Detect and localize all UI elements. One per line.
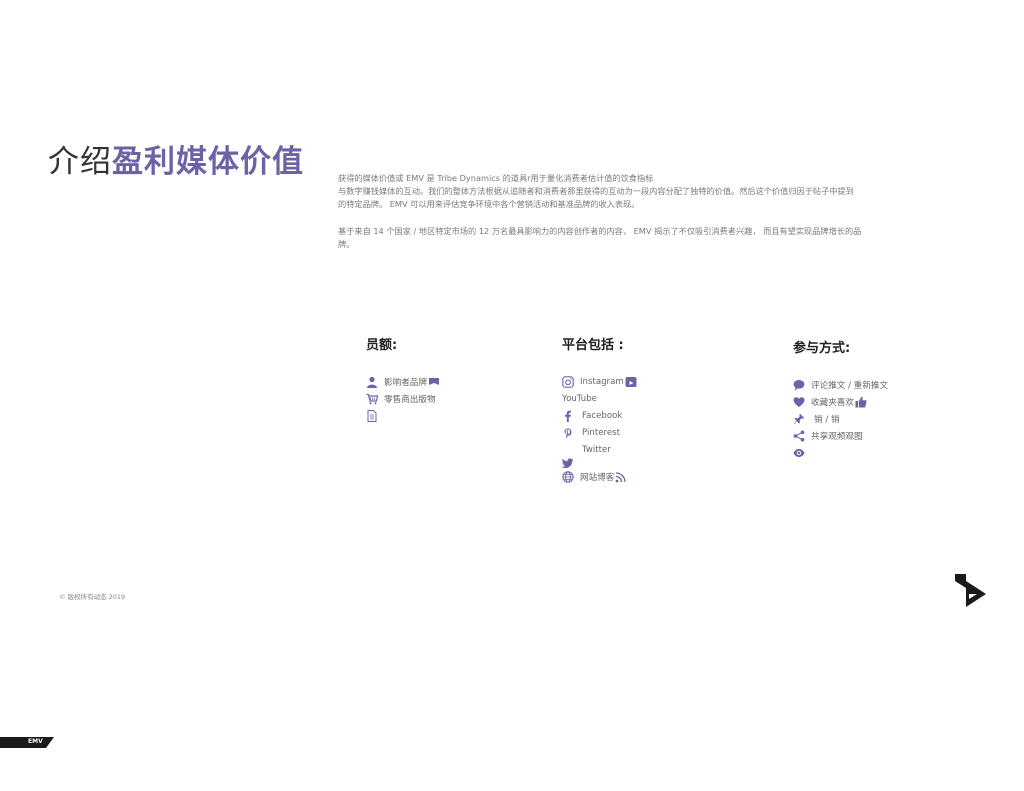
list-item-label: 收藏夹喜欢: [811, 397, 854, 408]
copyright: © 版权所有动态 2019: [59, 593, 126, 601]
list-item: 零售商出版物: [366, 390, 440, 407]
list-item-label: 评论推文 / 重新推文: [811, 380, 889, 391]
pinterest-icon: [562, 427, 574, 439]
list-item: [562, 458, 637, 468]
rss-icon: [615, 471, 627, 483]
list-item: Pinterest: [562, 424, 637, 441]
list-item: 网站博客: [562, 468, 637, 485]
list-item-label: 影响者品牌: [384, 377, 427, 388]
share-icon: [793, 430, 805, 442]
twitter-icon: [562, 457, 574, 469]
intro-line: 获得的媒体价值或 EMV 是 Tribe Dynamics 的道具r用于量化消费…: [338, 173, 654, 183]
intro-text: 获得的媒体价值或 EMV 是 Tribe Dynamics 的道具r用于量化消费…: [338, 172, 978, 251]
members-heading: 员额:: [366, 338, 398, 353]
list-item: 影响者品牌: [366, 373, 440, 390]
list-item-label: Twitter: [582, 444, 611, 455]
eye-icon: [793, 447, 805, 459]
list-item: [366, 407, 440, 424]
engagement-heading: 参与方式:: [793, 341, 851, 356]
list-item-label: Instagram: [580, 376, 624, 387]
list-item: 收藏夹喜欢: [793, 393, 888, 410]
list-item-label: Pinterest: [582, 427, 620, 438]
platforms-list: Instagram YouTube Facebook Pinterest Twi…: [562, 373, 637, 485]
flag-icon: [428, 376, 440, 388]
list-item-label: Facebook: [582, 410, 623, 421]
person-icon: [366, 376, 378, 388]
intro-line: 与数字赚钱媒体的互动。我们的整体方法根据从追随者和消费者那里获得的互动为一段内容…: [338, 186, 854, 196]
members-list: 影响者品牌 零售商出版物: [366, 373, 440, 424]
intro-line: 牌。: [338, 239, 355, 249]
tag-label: EMV: [28, 738, 43, 745]
intro-paragraph-1: 获得的媒体价值或 EMV 是 Tribe Dynamics 的道具r用于量化消费…: [338, 172, 978, 211]
pin-icon: [793, 413, 805, 425]
list-item-label: 销 / 销: [814, 414, 840, 425]
comment-icon: [793, 379, 805, 391]
list-item: [793, 444, 888, 461]
list-item: 评论推文 / 重新推文: [793, 376, 888, 393]
list-item: Twitter: [562, 441, 637, 458]
thumbs-up-icon: [855, 396, 867, 408]
list-item-label: 网站博客: [580, 472, 615, 483]
engagement-column: 参与方式: 评论推文 / 重新推文 收藏夹喜欢 销 / 销 共享观频观图: [793, 337, 888, 461]
members-column: 员额: 影响者品牌 零售商出版物: [366, 334, 440, 424]
list-item: 销 / 销: [793, 410, 888, 427]
page-title: 介绍盈利媒体价值: [48, 136, 304, 181]
list-item-label: 共享观频观图: [811, 431, 863, 442]
intro-line: 基于来自 14 个国家 / 地区特定市场的 12 万名最具影响力的内容创作者的内…: [338, 226, 862, 236]
list-item-label: YouTube: [562, 393, 597, 404]
platforms-column: 平台包括 : Instagram YouTube Facebook Pinter…: [562, 334, 637, 485]
list-item: Instagram: [562, 373, 637, 390]
cart-icon: [366, 393, 378, 405]
platforms-heading: 平台包括 :: [562, 338, 624, 353]
title-accent: 盈利媒体价值: [112, 144, 304, 180]
list-item: Facebook: [562, 407, 637, 424]
list-item: YouTube: [562, 390, 637, 407]
section-tag: EMV: [0, 737, 54, 748]
intro-paragraph-2: 基于来自 14 个国家 / 地区特定市场的 12 万名最具影响力的内容创作者的内…: [338, 225, 978, 251]
tag-background-icon: [0, 737, 54, 748]
tribe-logo-icon: [955, 574, 986, 607]
engagement-list: 评论推文 / 重新推文 收藏夹喜欢 销 / 销 共享观频观图: [793, 376, 888, 461]
facebook-icon: [562, 410, 574, 422]
list-item-label: 零售商出版物: [384, 394, 436, 405]
title-plain: 介绍: [48, 144, 112, 180]
globe-icon: [562, 470, 574, 483]
heart-icon: [793, 396, 805, 408]
document-icon: [366, 409, 378, 422]
youtube-icon: [625, 376, 637, 388]
intro-line: 的特定品牌。 EMV 可以用来评估竞争环境中各个营销活动和基准品牌的收入表现。: [338, 199, 640, 209]
list-item: 共享观频观图: [793, 427, 888, 444]
instagram-icon: [562, 375, 574, 388]
